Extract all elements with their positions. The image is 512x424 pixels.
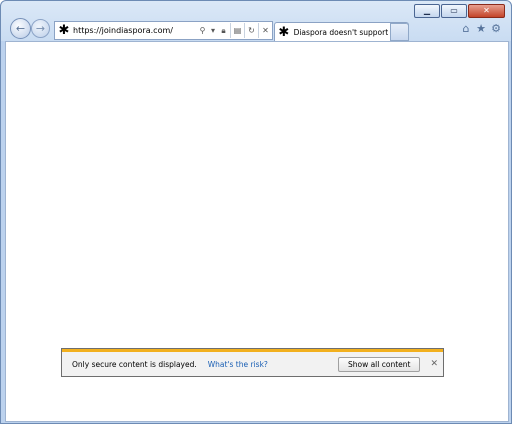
maximize-icon: ▭: [450, 6, 458, 15]
browser-window: ▁ ▭ ✕ ← → ✱ https://joindiaspora.com/ ⚲ …: [0, 0, 512, 424]
dropdown-icon[interactable]: ▾: [209, 22, 217, 39]
window-controls: ▁ ▭ ✕: [413, 4, 505, 18]
asterisk-favicon-icon: ✱: [58, 23, 70, 38]
asterisk-favicon-icon: ✱: [278, 24, 290, 40]
forward-arrow-icon: →: [35, 22, 46, 35]
url-text[interactable]: https://joindiaspora.com/: [73, 26, 196, 35]
home-icon[interactable]: ⌂: [459, 22, 473, 36]
stop-icon[interactable]: ✕: [259, 22, 272, 39]
refresh-icon[interactable]: ↻: [245, 22, 258, 39]
title-bar: ▁ ▭ ✕ ← → ✱ https://joindiaspora.com/ ⚲ …: [1, 1, 511, 41]
address-bar[interactable]: ✱ https://joindiaspora.com/ ⚲ ▾ 🔒︎ ▤ ↻ ✕: [54, 21, 273, 40]
close-window-button[interactable]: ✕: [468, 4, 505, 18]
back-arrow-icon: ←: [15, 22, 26, 35]
whats-the-risk-link[interactable]: What's the risk?: [208, 360, 268, 369]
forward-button[interactable]: →: [31, 19, 50, 38]
active-tab[interactable]: ✱ Diaspora doesn't support you...: [274, 22, 409, 41]
favorites-icon[interactable]: ★: [474, 22, 488, 36]
maximize-button[interactable]: ▭: [441, 4, 467, 18]
minimize-icon: ▁: [423, 6, 431, 15]
back-button[interactable]: ←: [10, 18, 31, 39]
command-toolbar: ⌂ ★ ⚙: [458, 22, 503, 36]
new-tab-button[interactable]: [390, 23, 409, 41]
notification-message: Only secure content is displayed.: [72, 359, 197, 369]
compatibility-icon[interactable]: ▤: [231, 22, 244, 39]
close-icon[interactable]: ✕: [430, 359, 438, 369]
notification-bar: Only secure content is displayed. What's…: [61, 348, 444, 377]
show-all-content-button[interactable]: Show all content: [337, 356, 421, 372]
lock-icon[interactable]: 🔒︎: [217, 22, 230, 39]
settings-gear-icon[interactable]: ⚙: [489, 22, 503, 36]
search-icon[interactable]: ⚲: [196, 22, 209, 39]
close-icon: ✕: [483, 6, 490, 15]
minimize-button[interactable]: ▁: [414, 4, 440, 18]
